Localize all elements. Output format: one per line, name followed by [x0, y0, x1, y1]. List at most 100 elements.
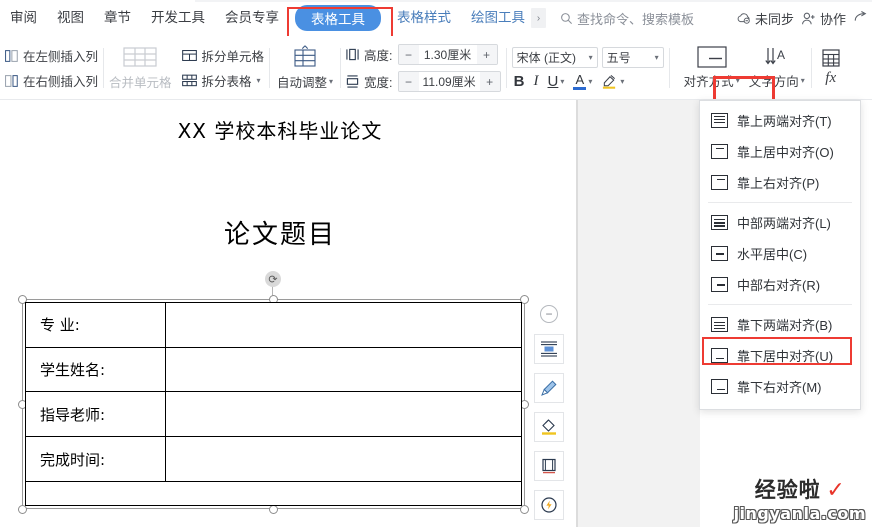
font-color-button[interactable]: A ▾ [573, 73, 592, 90]
font-format-buttons: B I U ▾ A ▾ ▾ [512, 73, 664, 90]
menu-item-align-bottom-justify[interactable]: 靠下两端对齐(B) [700, 309, 860, 340]
split-cell-button[interactable]: 拆分单元格 [181, 46, 265, 65]
font-color-caret-icon[interactable]: ▾ [588, 77, 592, 86]
column-width-increase-button[interactable]: + [479, 72, 500, 91]
font-size-select[interactable]: 五号 ▾ [601, 46, 664, 68]
align-mode-dropdown-menu[interactable]: 靠上两端对齐(T) 靠上居中对齐(O) 靠上右对齐(P) 中部两端对齐(L) 水… [699, 100, 861, 410]
menu-item-align-middle-right[interactable]: 中部右对齐(R) [700, 269, 860, 300]
column-width-decrease-button[interactable]: − [398, 72, 419, 91]
formula-fx-icon: fx [825, 70, 837, 86]
row-height-stepper[interactable]: − 1.30厘米 + [397, 44, 498, 65]
formula-button[interactable]: fx [817, 49, 845, 87]
row-height-label: 高度: [364, 49, 393, 63]
collapse-minus-icon[interactable]: − [540, 305, 558, 323]
menu-label: 中部右对齐(R) [737, 278, 821, 293]
table-row[interactable]: 学生姓名: [25, 346, 522, 393]
collaborate-button[interactable]: 协作 [801, 9, 846, 28]
table-row[interactable]: 完成时间: [25, 436, 522, 482]
table-row[interactable]: 指导老师: [25, 391, 522, 438]
menu-item-align-bottom-right[interactable]: 靠下右对齐(M) [700, 371, 860, 402]
table-cell-value-student-name[interactable] [165, 346, 522, 393]
layout-options-icon [541, 341, 557, 357]
share-button[interactable] [853, 11, 868, 25]
row-height-value[interactable]: 1.30厘米 [418, 45, 477, 64]
menu-item-align-middle-justify[interactable]: 中部两端对齐(L) [700, 207, 860, 238]
tab-developer-tools[interactable]: 开发工具 [141, 0, 215, 36]
info-table-wrapper[interactable]: 专 业: 学生姓名: 指导老师: 完成时间: [25, 302, 522, 507]
merge-cells-button[interactable]: 合并单元格 [109, 45, 172, 91]
text-direction-caret-icon[interactable]: ▾ [801, 76, 805, 85]
resize-handle-bottom-left[interactable] [18, 505, 27, 514]
table-cell-label-completion-date[interactable]: 完成时间: [25, 436, 166, 482]
table-cell-label-student-name[interactable]: 学生姓名: [25, 346, 166, 393]
menu-label: 靠下右对齐(M) [737, 380, 822, 395]
table-cell-value-completion-date[interactable] [165, 436, 522, 482]
menu-item-align-top-justify[interactable]: 靠上两端对齐(T) [700, 105, 860, 136]
tab-drawing-tools[interactable]: 绘图工具 [461, 0, 528, 36]
menu-item-align-bottom-center[interactable]: 靠下居中对齐(U) [700, 340, 860, 371]
quick-action-button[interactable] [534, 490, 564, 520]
underline-button[interactable]: U ▾ [548, 73, 565, 90]
tab-member-exclusive[interactable]: 会员专享 [215, 0, 289, 36]
underline-caret-icon[interactable]: ▾ [560, 77, 564, 86]
fill-color-button[interactable] [534, 412, 564, 442]
resize-handle-bottom-center[interactable] [269, 505, 278, 514]
bold-button[interactable]: B [514, 73, 525, 90]
ribbon-group-cell-size: 高度: − 1.30厘米 + 宽度: − 11.09厘米 + [341, 36, 506, 100]
split-table-caret-icon[interactable]: ▾ [257, 76, 261, 85]
collaborate-label: 协作 [819, 11, 846, 27]
resize-handle-bottom-right[interactable] [520, 505, 529, 514]
auto-fit-caret-icon[interactable]: ▾ [329, 77, 333, 86]
search-command-box[interactable]: 查找命令、搜索模板 [560, 9, 694, 28]
watermark-line-1-row: 经验啦 ✓ [734, 474, 866, 504]
ribbon-tab-bar: 审阅 视图 章节 开发工具 会员专享 表格工具 表格样式 绘图工具 › 查找命令… [0, 0, 872, 38]
split-table-button[interactable]: 拆分表格 ▾ [181, 71, 265, 90]
tab-chapter[interactable]: 章节 [94, 0, 141, 36]
table-cell-value-advisor[interactable] [165, 391, 522, 438]
tab-view[interactable]: 视图 [47, 0, 94, 36]
rotate-handle-icon[interactable]: ⟳ [265, 271, 281, 287]
insert-column-left-button[interactable]: 在左侧插入列 [5, 46, 98, 65]
auto-fit-button[interactable]: 自动调整 ▾ [275, 45, 335, 91]
column-width-stepper[interactable]: − 11.09厘米 + [397, 71, 501, 92]
menu-item-align-top-right[interactable]: 靠上右对齐(P) [700, 167, 860, 198]
border-frame-button[interactable] [534, 451, 564, 481]
row-height-decrease-button[interactable]: − [398, 45, 419, 64]
cloud-sync-status[interactable]: 未同步 [736, 9, 794, 28]
font-size-value: 五号 [606, 50, 631, 65]
tab-table-style[interactable]: 表格样式 [387, 0, 461, 36]
brush-style-button[interactable] [534, 373, 564, 403]
table-cell-value-major[interactable] [165, 302, 522, 348]
row-height-increase-button[interactable]: + [476, 45, 497, 64]
table-cell-label-major[interactable]: 专 业: [25, 302, 166, 348]
info-table[interactable]: 专 业: 学生姓名: 指导老师: 完成时间: [25, 302, 522, 507]
tab-review[interactable]: 审阅 [0, 0, 47, 36]
font-family-select[interactable]: 宋体 (正文) ▾ [511, 46, 598, 68]
column-width-label: 宽度: [364, 76, 393, 90]
align-top-right-icon [711, 175, 728, 190]
chevron-right-icon[interactable]: › [531, 8, 546, 28]
menu-item-align-top-center[interactable]: 靠上居中对齐(O) [700, 136, 860, 167]
align-bottom-right-icon [697, 46, 727, 68]
layout-options-button[interactable] [534, 334, 564, 364]
table-cell-empty-row[interactable] [25, 480, 522, 507]
watermark-line-1: 经验啦 [754, 478, 821, 502]
insert-column-right-button[interactable]: 在右侧插入列 [5, 71, 98, 90]
menu-item-align-middle-center[interactable]: 水平居中(C) [700, 238, 860, 269]
font-family-caret-icon[interactable]: ▾ [589, 53, 593, 62]
row-height-control: 高度: − 1.30厘米 + [346, 44, 501, 65]
table-cell-label-advisor[interactable]: 指导老师: [25, 391, 166, 438]
cloud-sync-icon [737, 13, 750, 24]
highlight-color-button[interactable]: ▾ [601, 73, 624, 89]
menu-label: 靠上两端对齐(T) [737, 114, 832, 129]
font-color-swatch [573, 86, 587, 90]
table-row[interactable]: 专 业: [25, 302, 522, 348]
search-icon [561, 12, 572, 24]
split-cell-label: 拆分单元格 [201, 50, 265, 64]
italic-button[interactable]: I [534, 73, 539, 90]
highlight-caret-icon[interactable]: ▾ [620, 77, 624, 86]
font-size-caret-icon[interactable]: ▾ [655, 53, 659, 62]
table-row-empty[interactable] [25, 480, 522, 507]
column-width-value[interactable]: 11.09厘米 [418, 72, 480, 91]
align-middle-right-icon [711, 277, 728, 292]
